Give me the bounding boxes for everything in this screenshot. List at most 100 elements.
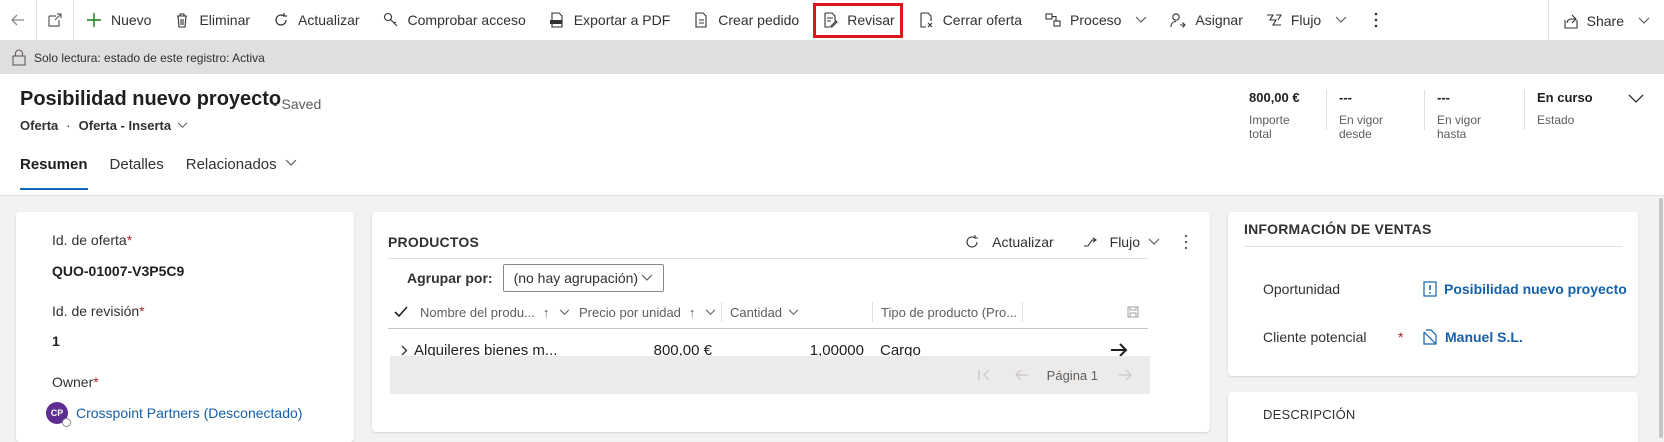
section-title: DESCRIPCIÓN [1263, 407, 1356, 422]
chevron-down-icon [705, 309, 716, 316]
column-product-name[interactable]: Nombre del produ... ↑ [412, 302, 571, 322]
chevron-down-icon [1628, 94, 1644, 103]
chevron-down-icon[interactable] [177, 122, 188, 129]
open-new-window-button[interactable] [37, 0, 73, 41]
chevron-down-icon [641, 274, 652, 281]
tab-label: Relacionados [185, 156, 277, 173]
key-icon [382, 11, 400, 29]
command-bar: Nuevo Eliminar Actualizar Comprobar acce… [0, 0, 1664, 41]
flow-icon [1265, 11, 1283, 29]
new-label: Nuevo [111, 12, 152, 28]
owner-field[interactable]: CP Crosspoint Partners (Desconectado) [46, 402, 302, 427]
products-subgrid: PRODUCTOS Actualizar Flujo Agrupar por: … [372, 212, 1210, 432]
opportunity-icon [1423, 281, 1437, 297]
refresh-label: Actualizar [298, 12, 360, 28]
plus-icon [85, 11, 103, 29]
tab-related[interactable]: Relacionados [186, 156, 297, 196]
column-quantity[interactable]: Cantidad [722, 302, 873, 322]
potential-customer-link[interactable]: Manuel S.L. [1423, 329, 1523, 345]
potential-customer-label: Cliente potencial [1263, 329, 1367, 345]
readonly-notification: Solo lectura: estado de este registro: A… [0, 41, 1664, 74]
close-quote-label: Cerrar oferta [942, 12, 1023, 28]
export-pdf-button[interactable]: Exportar a PDF [537, 0, 681, 41]
expand-header-button[interactable] [1608, 90, 1664, 130]
back-button[interactable] [0, 0, 36, 41]
flow-icon[interactable] [1082, 234, 1098, 250]
field-value: En curso [1537, 90, 1593, 105]
document-icon [692, 11, 710, 29]
create-order-button[interactable]: Crear pedido [681, 0, 810, 41]
readonly-text: Solo lectura: estado de este registro: A… [34, 50, 265, 65]
effective-from-field: --- En vigor desde [1326, 90, 1424, 141]
column-product-type[interactable]: Tipo de producto (Pro... [873, 302, 1023, 322]
process-label: Proceso [1070, 12, 1122, 28]
divider [388, 258, 1148, 259]
section-title: PRODUCTOS [388, 234, 479, 250]
opportunity-link[interactable]: Posibilidad nuevo proyecto [1423, 281, 1627, 297]
column-price-per-unit[interactable]: Precio por unidad ↑ [571, 302, 722, 322]
flow-button[interactable]: Flujo [1110, 234, 1140, 250]
form-selector[interactable]: Oferta - Inserta [79, 118, 171, 133]
next-page-icon[interactable] [1118, 369, 1132, 381]
revision-id-label: Id. de revisión* [52, 303, 145, 319]
share-button[interactable]: Share [1547, 0, 1664, 41]
page-title: Posibilidad nuevo proyecto [20, 88, 282, 110]
process-button[interactable]: Proceso [1033, 0, 1158, 41]
arrow-right-icon[interactable] [1110, 343, 1128, 357]
tab-details[interactable]: Detalles [110, 156, 164, 196]
group-by-select[interactable]: (no hay agrupación) [502, 264, 664, 292]
refresh-icon[interactable] [964, 234, 980, 250]
close-quote-button[interactable]: Cerrar oferta [906, 0, 1033, 41]
chevron-down-icon [1335, 16, 1347, 24]
group-by-label: Agrupar por: [407, 270, 493, 286]
presence-status-icon [62, 418, 71, 427]
pop-out-icon [48, 13, 62, 27]
select-all-checkbox[interactable] [390, 306, 412, 318]
flow-label: Flujo [1290, 12, 1322, 28]
refresh-button[interactable]: Actualizar [261, 0, 370, 41]
assign-button[interactable]: Asignar [1158, 0, 1253, 41]
revise-label: Revisar [847, 12, 895, 28]
chevron-down-icon [559, 309, 570, 316]
more-commands-button[interactable] [1358, 0, 1394, 41]
process-icon [1044, 11, 1062, 29]
tab-label: Resumen [20, 156, 88, 173]
arrow-left-icon [11, 14, 24, 26]
delete-button[interactable]: Eliminar [162, 0, 261, 41]
chevron-down-icon[interactable] [1148, 238, 1160, 246]
tab-summary[interactable]: Resumen [20, 156, 88, 196]
field-label: Importe total [1249, 113, 1290, 141]
owner-label: Owner* [52, 374, 99, 390]
scrollbar-thumb[interactable] [1659, 198, 1663, 438]
page-label: Página 1 [1046, 367, 1098, 383]
revise-button[interactable]: Revisar [810, 0, 905, 41]
assign-label: Asignar [1195, 12, 1243, 28]
owner-link[interactable]: Crosspoint Partners (Desconectado) [76, 405, 302, 421]
revision-id-value: 1 [52, 333, 60, 349]
tab-label: Detalles [109, 156, 164, 173]
refresh-button[interactable]: Actualizar [992, 234, 1053, 250]
previous-page-icon[interactable] [1014, 369, 1029, 381]
more-vertical-icon[interactable] [1184, 234, 1188, 250]
record-header: Posibilidad nuevo proyecto - Saved Ofert… [0, 74, 1664, 196]
total-amount-field: 800,00 € Importe total [1237, 90, 1326, 141]
check-access-button[interactable]: Comprobar acceso [371, 0, 537, 41]
pagination: Página 1 [390, 356, 1150, 394]
new-button[interactable]: Nuevo [74, 0, 162, 41]
lock-icon [12, 49, 26, 66]
field-value: 800,00 € [1249, 90, 1300, 105]
pdf-icon [548, 11, 566, 29]
share-label: Share [1586, 12, 1624, 29]
check-access-label: Comprobar acceso [407, 12, 526, 28]
chevron-down-icon [1135, 16, 1147, 24]
opportunity-label: Oportunidad [1263, 281, 1341, 297]
first-page-icon[interactable] [977, 369, 991, 381]
field-label: Estado [1537, 113, 1575, 127]
flow-button[interactable]: Flujo [1254, 0, 1358, 41]
share-icon [1563, 13, 1579, 29]
field-value: --- [1339, 90, 1352, 105]
account-icon [1423, 329, 1438, 345]
save-icon[interactable] [1127, 306, 1139, 318]
person-icon [1169, 11, 1187, 29]
page-scrollbar[interactable] [1658, 196, 1664, 442]
